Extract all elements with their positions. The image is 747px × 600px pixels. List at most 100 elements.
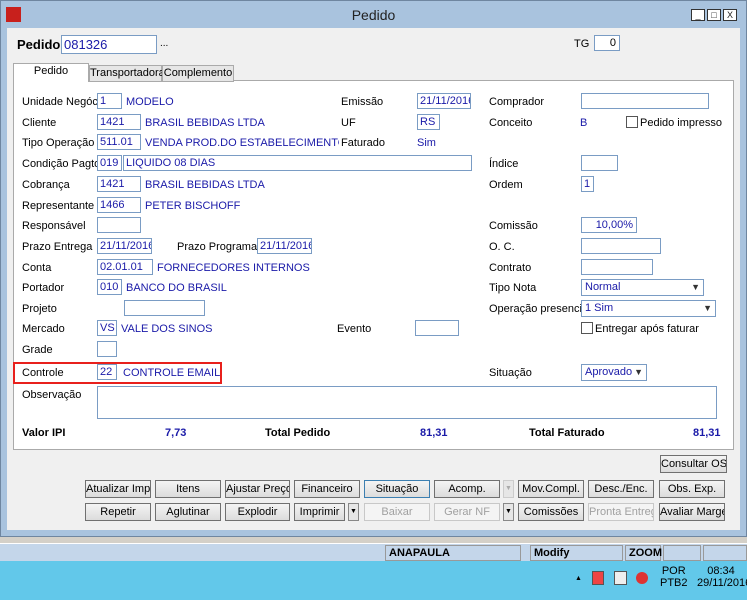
- taskbar: ▲ POR PTB2 08:34 29/11/2016: [0, 561, 747, 600]
- consultar-os-button[interactable]: Consultar OS: [660, 455, 727, 473]
- observacao-textarea[interactable]: [97, 386, 717, 419]
- maximize-button[interactable]: □: [707, 9, 721, 21]
- status-cell-empty: [663, 545, 701, 561]
- chevron-down-icon: ▼: [703, 303, 712, 313]
- prazo-entrega-label: Prazo Entrega: [22, 241, 93, 253]
- faturado-label: Faturado: [341, 137, 386, 149]
- condicao-name-input[interactable]: LIQUIDO 08 DIAS: [123, 155, 472, 171]
- cobranca-code-input[interactable]: 1421: [97, 176, 141, 192]
- ajustar-precos-button[interactable]: Ajustar Preços: [225, 480, 290, 498]
- unidade-code-input[interactable]: 1: [97, 93, 122, 109]
- comissao-input[interactable]: 10,00%: [581, 217, 637, 233]
- tipo-nota-select[interactable]: Normal ▼: [581, 279, 704, 296]
- representante-label: Representante: [22, 200, 95, 212]
- prazo-entrega-input[interactable]: 21/11/2016: [97, 238, 152, 254]
- pedido-impresso-label: Pedido impresso: [640, 117, 722, 129]
- prazo-programado-input[interactable]: 21/11/2016: [257, 238, 312, 254]
- indice-input[interactable]: [581, 155, 618, 171]
- operacao-presencial-select[interactable]: 1 Sim ▼: [581, 300, 716, 317]
- comprador-label: Comprador: [489, 96, 545, 108]
- ordem-input[interactable]: 1: [581, 176, 594, 192]
- close-button[interactable]: X: [723, 9, 737, 21]
- comissoes-button[interactable]: Comissões: [518, 503, 584, 521]
- ordem-label: Ordem: [489, 179, 523, 191]
- portador-code-input[interactable]: 010: [97, 279, 122, 295]
- pronta-entrega-button[interactable]: Pronta Entrega: [588, 503, 654, 521]
- mercado-label: Mercado: [22, 323, 65, 335]
- responsavel-input[interactable]: [97, 217, 141, 233]
- oc-label: O. C.: [489, 241, 515, 253]
- avaliar-margem-button[interactable]: Avaliar Margem: [659, 503, 725, 521]
- clock[interactable]: 08:34 29/11/2016: [697, 565, 747, 589]
- situacao-label: Situação: [489, 367, 532, 379]
- clock-date: 29/11/2016: [697, 577, 747, 589]
- desc-enc-button[interactable]: Desc./Enc.: [588, 480, 654, 498]
- controle-code-input[interactable]: 22: [97, 364, 117, 380]
- cobranca-label: Cobrança: [22, 179, 70, 191]
- clock-time: 08:34: [707, 565, 735, 577]
- obs-exp-button[interactable]: Obs. Exp.: [659, 480, 725, 498]
- conta-code-input[interactable]: 02.01.01: [97, 259, 153, 275]
- tg-label: TG: [574, 38, 590, 50]
- contrato-input[interactable]: [581, 259, 653, 275]
- total-faturado-value: 81,31: [693, 427, 721, 439]
- financeiro-button[interactable]: Financeiro: [294, 480, 360, 498]
- acomp-button[interactable]: Acomp.: [434, 480, 500, 498]
- representante-code-input[interactable]: 1466: [97, 197, 141, 213]
- itens-button[interactable]: Itens: [155, 480, 221, 498]
- conceito-value: B: [580, 117, 588, 129]
- entregar-apos-faturar-checkbox[interactable]: [581, 322, 593, 334]
- tipo-operacao-code-input[interactable]: 511.01: [97, 134, 141, 150]
- cliente-name: BRASIL BEBIDAS LTDA: [145, 117, 265, 129]
- network-icon[interactable]: [614, 571, 627, 585]
- action-center-flag-icon[interactable]: [592, 571, 604, 585]
- imprimir-button[interactable]: Imprimir: [294, 503, 345, 521]
- pedido-number-input[interactable]: 081326: [61, 35, 157, 54]
- situacao-button[interactable]: Situação: [364, 480, 430, 498]
- pedido-impresso-checkbox[interactable]: [626, 116, 638, 128]
- gerar-nf-dropdown-arrow[interactable]: ▼: [503, 503, 514, 521]
- evento-label: Evento: [337, 323, 372, 335]
- emissao-input[interactable]: 21/11/2016: [417, 93, 471, 109]
- imprimir-dropdown-arrow[interactable]: ▼: [348, 503, 359, 521]
- aglutinar-button[interactable]: Aglutinar: [155, 503, 221, 521]
- acomp-dropdown-arrow[interactable]: ▼: [503, 480, 514, 498]
- pedido-lookup-button[interactable]: ...: [160, 38, 168, 49]
- projeto-label: Projeto: [22, 303, 57, 315]
- minimize-button[interactable]: _: [691, 9, 705, 21]
- projeto-input[interactable]: [124, 300, 205, 316]
- oc-input[interactable]: [581, 238, 661, 254]
- tab-transportadora[interactable]: Transportadora: [89, 65, 165, 82]
- repetir-button[interactable]: Repetir: [85, 503, 151, 521]
- tg-input[interactable]: 0: [594, 35, 620, 51]
- evento-input[interactable]: [415, 320, 459, 336]
- conta-name: FORNECEDORES INTERNOS: [157, 262, 310, 274]
- atualizar-imp-button[interactable]: Atualizar Imp.: [85, 480, 151, 498]
- mercado-code-input[interactable]: VS: [97, 320, 117, 336]
- grade-input[interactable]: [97, 341, 117, 357]
- tab-complemento[interactable]: Complemento: [162, 65, 234, 82]
- conta-label: Conta: [22, 262, 52, 274]
- uf-input[interactable]: RS: [417, 114, 440, 130]
- situacao-select[interactable]: Aprovado ▼: [581, 364, 647, 381]
- explodir-button[interactable]: Explodir: [225, 503, 290, 521]
- operacao-presencial-label: Operação presencial: [489, 303, 591, 315]
- tipo-nota-value: Normal: [585, 281, 621, 293]
- observacao-label: Observação: [22, 389, 82, 401]
- condicao-label: Condição Pagto.: [22, 158, 104, 170]
- chevron-down-icon: ▼: [634, 367, 643, 377]
- cliente-code-input[interactable]: 1421: [97, 114, 141, 130]
- tipo-operacao-label: Tipo Operação: [22, 137, 95, 149]
- condicao-code-input[interactable]: 019: [97, 155, 122, 171]
- comissao-label: Comissão: [489, 220, 538, 232]
- comprador-input[interactable]: [581, 93, 709, 109]
- volume-muted-icon[interactable]: [636, 572, 648, 584]
- baixar-button[interactable]: Baixar: [364, 503, 430, 521]
- mov-compl-button[interactable]: Mov.Compl.: [518, 480, 584, 498]
- keyboard-layout: PTB2: [660, 577, 688, 589]
- tab-pedido[interactable]: Pedido: [13, 63, 89, 82]
- total-pedido-label: Total Pedido: [265, 427, 331, 439]
- language-indicator[interactable]: POR PTB2: [660, 565, 688, 589]
- gerar-nf-button[interactable]: Gerar NF: [434, 503, 500, 521]
- show-hidden-icons-arrow[interactable]: ▲: [575, 575, 582, 582]
